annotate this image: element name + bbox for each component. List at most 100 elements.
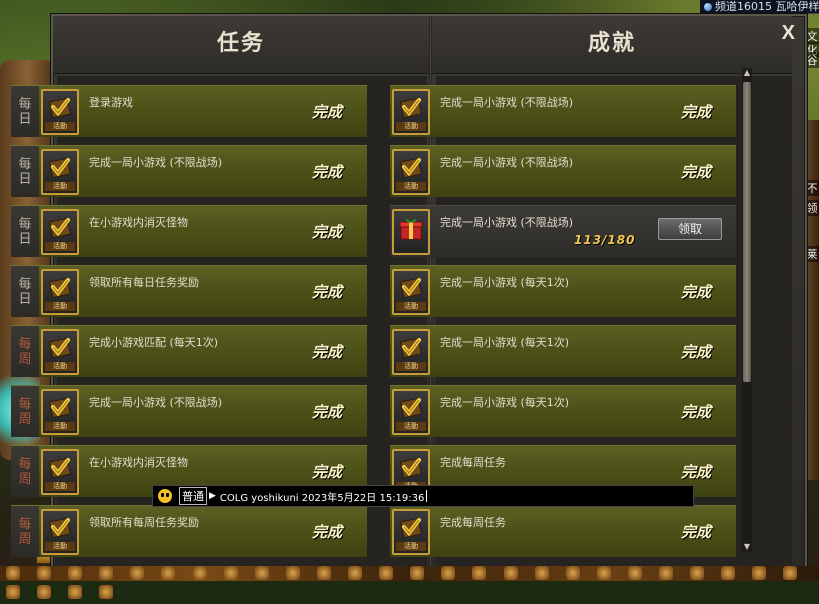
hotbar-slot-icon[interactable] <box>130 566 145 580</box>
period-label: 每日 <box>11 266 39 317</box>
quest-row[interactable]: 每日活動 完成一局小游戏 (不限战场) 完成 <box>11 145 367 197</box>
hotbar-slot-icon[interactable] <box>752 566 767 580</box>
close-button[interactable]: X <box>782 22 795 45</box>
claim-button[interactable]: 领取 <box>658 218 722 240</box>
hotbar-slot-icon[interactable] <box>6 585 20 599</box>
quest-description: 完成一局小游戏 (不限战场) <box>89 396 223 409</box>
hotbar-slot-icon[interactable] <box>37 585 52 599</box>
emoji-icon[interactable] <box>157 488 173 504</box>
hotbar-slot-icon[interactable] <box>68 585 83 599</box>
chat-channel-button[interactable]: 普通 <box>179 487 207 505</box>
chat-bar[interactable]: 普通 ▶ COLG yoshikuni 2023年5月22日 15:19:36 <box>152 485 694 507</box>
achievement-icon: 活動 <box>392 148 430 195</box>
gift-box-icon <box>392 208 430 255</box>
quest-row[interactable]: 每周活動 完成一局小游戏 (不限战场) 完成 <box>11 385 367 437</box>
hotbar-slot-icon[interactable] <box>596 566 611 580</box>
hotbar-slot-icon[interactable] <box>316 566 331 580</box>
achievement-description: 完成每周任务 <box>440 516 506 529</box>
achievement-row[interactable]: 活動 完成一局小游戏 (不限战场) 完成 <box>390 145 736 197</box>
kill-monster-quest-icon: 活動 <box>41 208 79 255</box>
achievement-row[interactable]: 活動 完成一局小游戏 (每天1次) 完成 <box>390 385 736 437</box>
period-label: 每周 <box>11 446 39 497</box>
period-label: 每日 <box>11 206 39 257</box>
achievement-icon: 活動 <box>392 88 430 135</box>
chat-arrow-icon: ▶ <box>209 491 216 501</box>
achievement-icon: 活動 <box>392 268 430 315</box>
chat-input-caret[interactable] <box>426 490 432 502</box>
quest-status: 完成 <box>311 463 342 481</box>
login-quest-icon: 活動 <box>41 88 79 135</box>
quest-status: 完成 <box>311 343 342 361</box>
hotbar-slot-icon[interactable] <box>534 566 549 580</box>
hotbar-slot-icon[interactable] <box>161 566 176 580</box>
quest-row[interactable]: 每日活動 登录游戏 完成 <box>11 85 367 137</box>
quest-row[interactable]: 每周活動 完成小游戏匹配 (每天1次) 完成 <box>11 325 367 377</box>
hotbar-slot-icon[interactable] <box>410 566 425 580</box>
quest-description: 在小游戏内消灭怪物 <box>89 456 188 469</box>
quest-row[interactable]: 每周活動 领取所有每周任务奖励 完成 <box>11 505 367 557</box>
quest-description: 领取所有每日任务奖励 <box>89 276 199 289</box>
icon-tag: 活動 <box>45 421 75 431</box>
achievement-row[interactable]: 活動 完成每周任务完成 <box>390 505 736 557</box>
achievement-column-title: 成就 <box>432 16 792 74</box>
bottom-hotbar <box>0 566 819 599</box>
achievement-row[interactable]: 活動 完成一局小游戏 (每天1次) 完成 <box>390 325 736 377</box>
scroll-up-arrow-icon[interactable]: ▲ <box>742 68 752 78</box>
hotbar-slot-icon[interactable] <box>379 566 394 580</box>
hotbar-slot-icon[interactable] <box>285 566 300 580</box>
hotbar-slot-icon[interactable] <box>68 566 83 580</box>
quest-row[interactable]: 每日活動 领取所有每日任务奖励 完成 <box>11 265 367 317</box>
quest-description: 完成一局小游戏 (不限战场) <box>89 156 223 169</box>
hotbar-slot-icon[interactable] <box>37 566 52 580</box>
side-menu-char[interactable]: 莱 <box>805 246 819 262</box>
scroll-thumb[interactable] <box>743 82 751 382</box>
achievement-scrollbar[interactable]: ▲ ▼ <box>742 68 752 552</box>
quest-description: 在小游戏内消灭怪物 <box>89 216 188 229</box>
quest-column-title: 任务 <box>53 16 429 74</box>
achievement-row[interactable]: 完成一局小游戏 (不限战场) 113/180 领取 <box>390 205 736 257</box>
channel-indicator[interactable]: 频道16015 瓦哈伊样 <box>700 0 819 14</box>
hotbar-slot-icon[interactable] <box>6 566 20 580</box>
hotbar-slot-icon[interactable] <box>192 566 207 580</box>
minigame-quest-icon: 活動 <box>41 388 79 435</box>
period-label: 每周 <box>11 506 39 557</box>
hotbar-slot-icon[interactable] <box>99 566 114 580</box>
icon-tag: 活動 <box>45 181 75 191</box>
icon-tag: 活動 <box>45 121 75 131</box>
achievement-row[interactable]: 活動 完成一局小游戏 (每天1次) 完成 <box>390 265 736 317</box>
weekly-reward-quest-icon: 活動 <box>41 508 79 555</box>
period-label: 每周 <box>11 386 39 437</box>
hotbar-slot-icon[interactable] <box>348 566 363 580</box>
hotbar-slot-icon[interactable] <box>783 566 798 580</box>
hotbar-slot-icon[interactable] <box>690 566 705 580</box>
hotbar-slot-icon[interactable] <box>99 585 114 599</box>
icon-tag: 活動 <box>396 421 426 431</box>
side-menu-char[interactable]: 不 <box>805 180 819 196</box>
hotbar-slot-icon[interactable] <box>472 566 487 580</box>
channel-text: 频道16015 瓦哈伊样 <box>715 0 819 13</box>
match-quest-icon: 活動 <box>41 328 79 375</box>
achievement-status: 完成 <box>680 523 711 541</box>
achievement-row[interactable]: 活動 完成一局小游戏 (不限战场) 完成 <box>390 85 736 137</box>
hotbar-slot-icon[interactable] <box>254 566 269 580</box>
hotbar-slot-icon[interactable] <box>441 566 456 580</box>
kill-monster-quest-icon: 活動 <box>41 448 79 495</box>
side-menu-char[interactable]: 领 <box>805 200 819 216</box>
hotbar-slot-icon[interactable] <box>721 566 736 580</box>
achievement-status: 完成 <box>680 403 711 421</box>
side-menu-char[interactable]: 谷 <box>805 52 819 68</box>
icon-tag: 活動 <box>396 301 426 311</box>
achievement-description: 完成一局小游戏 (不限战场) <box>440 96 574 109</box>
hotbar-slot-icon[interactable] <box>658 566 673 580</box>
quest-row[interactable]: 每日活動 在小游戏内消灭怪物 完成 <box>11 205 367 257</box>
scroll-down-arrow-icon[interactable]: ▼ <box>742 542 752 552</box>
hotbar-slot-icon[interactable] <box>565 566 580 580</box>
hotbar-slot-icon[interactable] <box>223 566 238 580</box>
period-label: 每日 <box>11 146 39 197</box>
hotbar-slot-icon[interactable] <box>503 566 518 580</box>
period-label: 每日 <box>11 86 39 137</box>
achievement-progress: 113/180 <box>574 233 636 247</box>
icon-tag: 活動 <box>396 121 426 131</box>
hotbar-slot-icon[interactable] <box>627 566 642 580</box>
icon-tag: 活動 <box>45 541 75 551</box>
